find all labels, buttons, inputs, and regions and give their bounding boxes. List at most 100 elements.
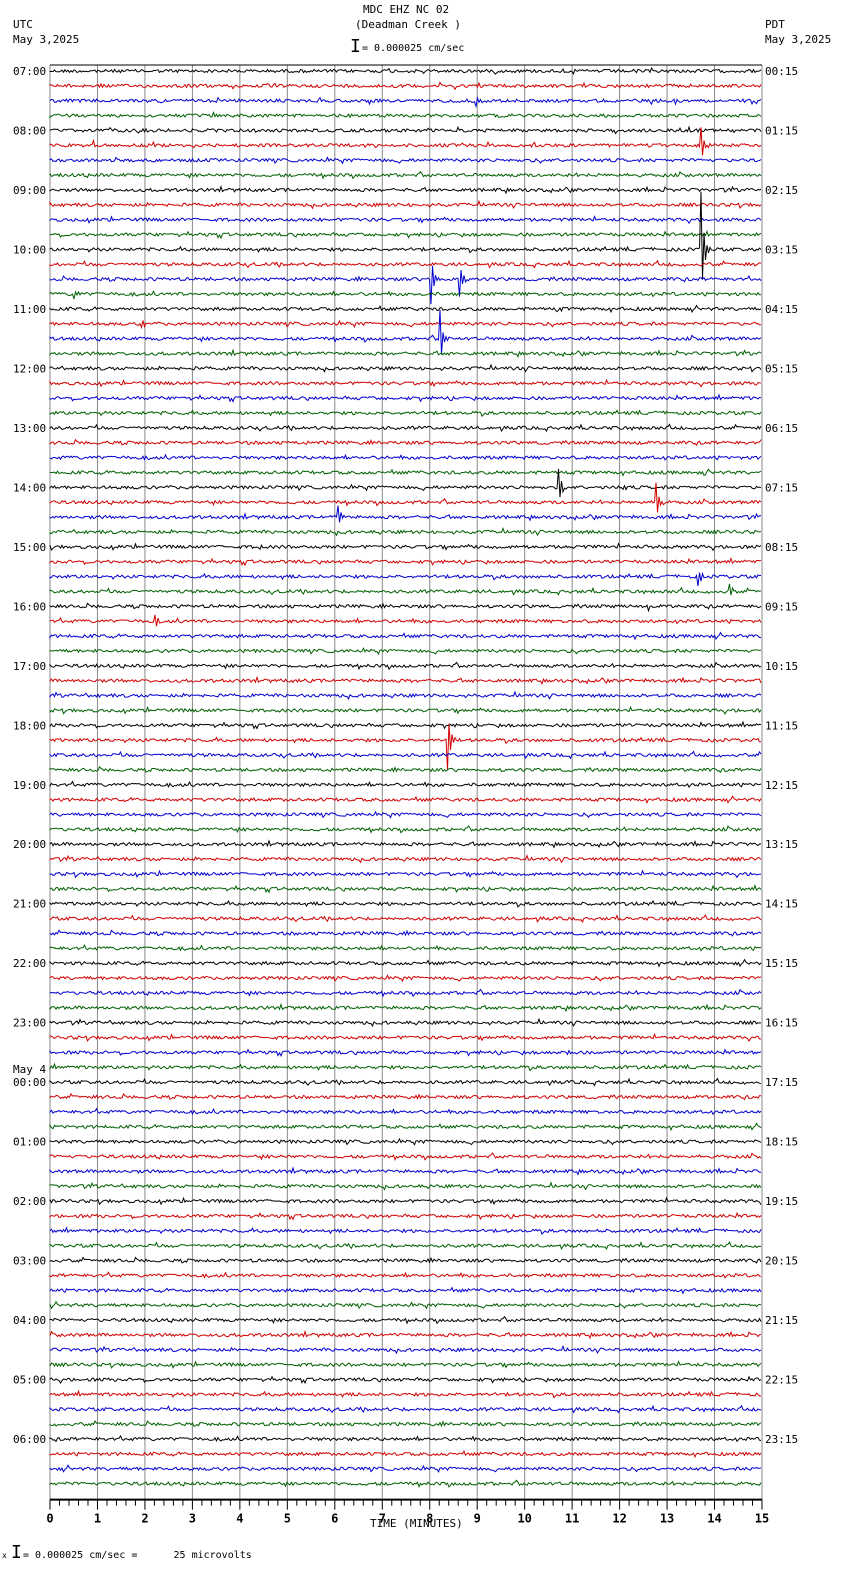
pdt-hour-label: 11:15 xyxy=(765,719,798,732)
utc-hour-label: 01:00 xyxy=(13,1136,46,1149)
utc-hour-label: 23:00 xyxy=(13,1017,46,1030)
seismic-trace xyxy=(49,884,762,894)
seismic-trace xyxy=(49,675,762,685)
pdt-hour-label: 09:15 xyxy=(765,600,798,613)
seismic-trace xyxy=(49,1048,762,1058)
seismic-trace xyxy=(49,705,762,715)
pdt-hour-label: 05:15 xyxy=(765,362,798,375)
pdt-hour-label: 23:15 xyxy=(765,1433,798,1446)
utc-hour-label: 06:00 xyxy=(13,1433,46,1446)
seismic-trace xyxy=(49,571,762,587)
seismic-trace xyxy=(49,1062,762,1072)
x-tick-label: 5 xyxy=(284,1512,291,1526)
seismic-trace xyxy=(49,199,762,210)
seismic-trace xyxy=(49,304,762,314)
seismic-trace xyxy=(49,1226,762,1235)
seismic-trace xyxy=(49,348,762,358)
seismic-trace xyxy=(49,1389,762,1399)
seismic-trace xyxy=(49,1152,762,1161)
seismic-trace xyxy=(49,1122,762,1132)
pdt-hour-label: 15:15 xyxy=(765,957,798,970)
seismic-trace xyxy=(49,765,762,774)
seismic-trace xyxy=(49,259,762,269)
utc-hour-label: 16:00 xyxy=(13,600,46,613)
seismic-trace xyxy=(49,482,762,513)
seismic-trace xyxy=(49,423,762,433)
seismic-trace xyxy=(49,527,762,537)
pdt-hour-label: 16:15 xyxy=(765,1017,798,1030)
x-tick-label: 10 xyxy=(517,1512,531,1526)
seismic-trace xyxy=(49,1271,762,1279)
seismic-trace xyxy=(49,1360,762,1369)
x-tick-label: 1 xyxy=(94,1512,101,1526)
seismic-trace xyxy=(49,505,762,523)
utc-hour-label: 02:00 xyxy=(13,1195,46,1208)
seismic-trace xyxy=(49,869,762,879)
footer-prefix: x xyxy=(2,1551,7,1560)
seismic-trace xyxy=(49,1256,762,1264)
seismic-trace xyxy=(49,363,762,373)
seismic-trace xyxy=(49,974,762,983)
seismic-trace xyxy=(49,556,762,567)
seismic-trace xyxy=(49,265,762,305)
seismic-trace xyxy=(49,96,762,109)
seismic-trace xyxy=(49,810,762,819)
seismic-trace xyxy=(49,1300,762,1310)
pdt-hour-label: 00:15 xyxy=(765,65,798,78)
seismic-trace xyxy=(49,290,761,300)
seismic-trace xyxy=(49,1419,762,1428)
seismic-trace xyxy=(49,631,762,641)
seismic-trace xyxy=(49,720,762,730)
seismic-trace xyxy=(49,1107,762,1116)
x-tick-label: 9 xyxy=(474,1512,481,1526)
seismic-trace xyxy=(49,839,762,849)
pdt-hour-label: 18:15 xyxy=(765,1136,798,1149)
pdt-hour-label: 13:15 xyxy=(765,838,798,851)
pdt-hour-label: 12:15 xyxy=(765,779,798,792)
seismic-trace xyxy=(49,900,762,908)
seismic-trace xyxy=(49,1241,762,1251)
x-tick-label: 15 xyxy=(755,1512,769,1526)
utc-hour-label: 19:00 xyxy=(13,779,46,792)
pdt-hour-label: 01:15 xyxy=(765,124,798,137)
seismic-trace xyxy=(49,438,762,447)
seismic-trace xyxy=(49,1450,762,1459)
x-tick-label: 6 xyxy=(331,1512,338,1526)
x-tick-label: 14 xyxy=(707,1512,721,1526)
footer-scale-text: = 0.000025 cm/sec = 25 microvolts xyxy=(23,1550,252,1561)
seismic-trace xyxy=(49,1479,762,1489)
x-tick-label: 0 xyxy=(46,1512,53,1526)
seismic-trace xyxy=(49,393,762,403)
utc-hour-label: 17:00 xyxy=(13,660,46,673)
utc-hour-label: 21:00 xyxy=(13,898,46,911)
pdt-hour-label: 04:15 xyxy=(765,303,798,316)
seismic-trace xyxy=(49,602,762,613)
utc-hour-label: 13:00 xyxy=(13,422,46,435)
utc-hour-label: 14:00 xyxy=(13,481,46,494)
seismic-trace xyxy=(49,468,762,477)
seismic-trace xyxy=(49,929,762,937)
seismic-trace xyxy=(49,81,762,91)
seismic-trace xyxy=(49,944,762,952)
seismic-trace xyxy=(49,914,762,923)
seismic-trace xyxy=(49,1286,762,1295)
seismic-trace xyxy=(49,185,762,195)
seismic-trace xyxy=(49,156,762,165)
seismic-trace xyxy=(49,229,762,240)
pdt-hour-label: 10:15 xyxy=(765,660,798,673)
seismic-trace xyxy=(49,1002,762,1013)
pdt-hour-label: 06:15 xyxy=(765,422,798,435)
seismic-trace xyxy=(49,1196,762,1206)
pdt-hour-label: 07:15 xyxy=(765,481,798,494)
utc-hour-label: 10:00 xyxy=(13,243,46,256)
seismic-trace xyxy=(49,378,762,388)
pdt-hour-label: 03:15 xyxy=(765,243,798,256)
seismic-trace xyxy=(49,309,762,355)
seismic-trace xyxy=(49,215,762,225)
pdt-hour-label: 14:15 xyxy=(765,898,798,911)
x-tick-label: 13 xyxy=(660,1512,674,1526)
seismic-trace xyxy=(49,409,762,418)
seismic-trace xyxy=(49,1434,762,1443)
footer-scale-bar-icon: I xyxy=(11,1542,22,1563)
seismic-trace xyxy=(49,125,762,135)
